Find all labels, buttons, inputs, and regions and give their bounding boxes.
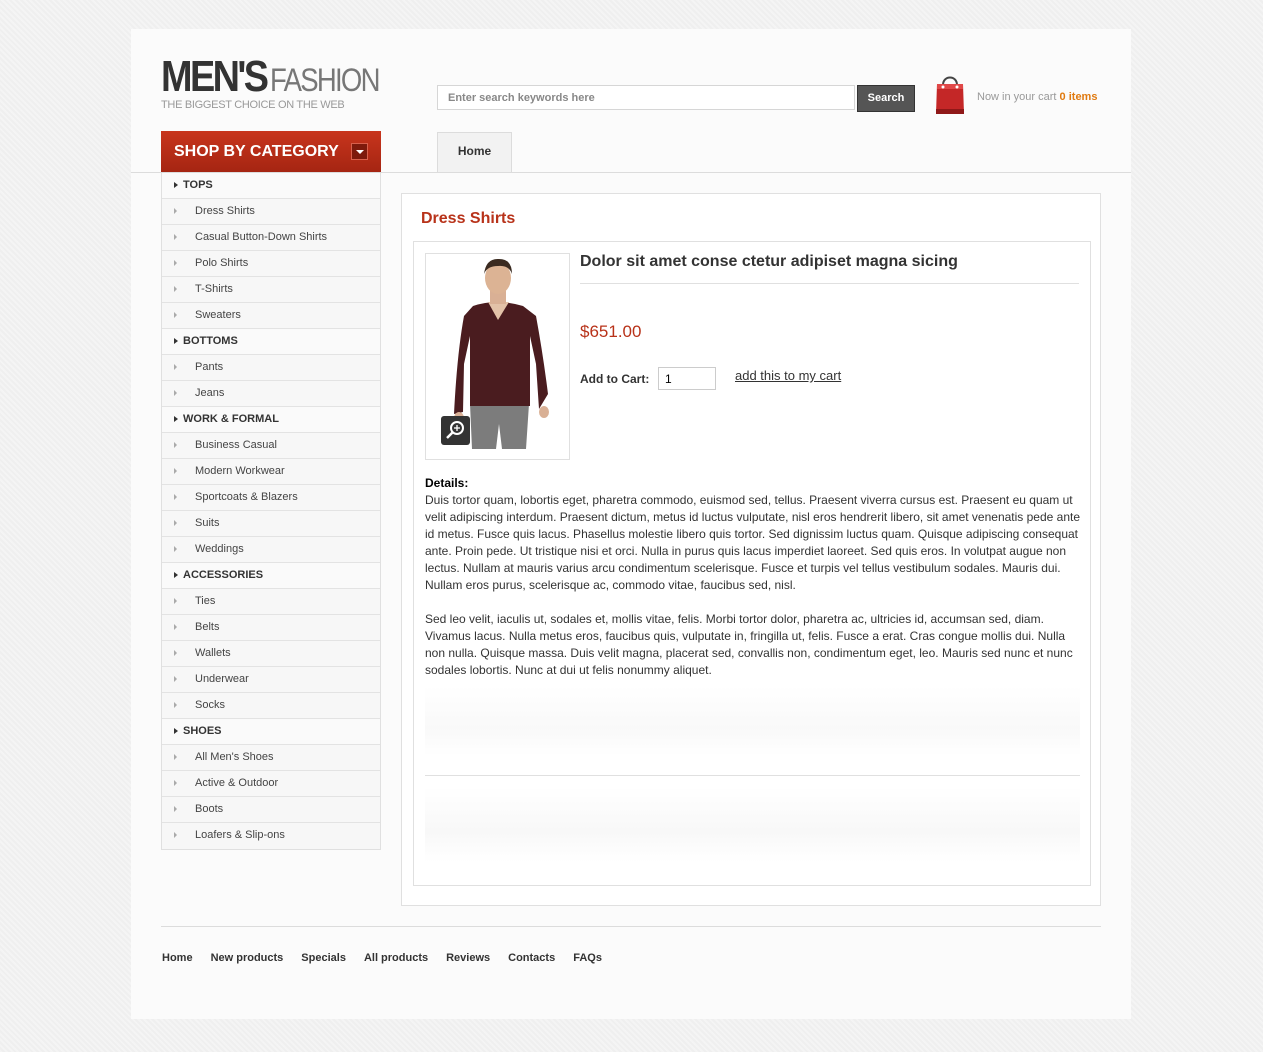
sidebar-item-ties[interactable]: Ties <box>162 589 380 615</box>
zoom-icon[interactable] <box>441 416 470 445</box>
footer-link-specials[interactable]: Specials <box>301 952 346 964</box>
sidebar-item-loafers-slip-ons[interactable]: Loafers & Slip-ons <box>162 823 380 849</box>
section-divider <box>425 775 1080 776</box>
footer-link-all-products[interactable]: All products <box>364 952 428 964</box>
cart-status[interactable]: Now in your cart 0 items <box>977 91 1097 103</box>
search-button[interactable]: Search <box>857 85 915 112</box>
details-label: Details: <box>425 476 469 490</box>
add-to-cart-link[interactable]: add this to my cart <box>735 368 841 383</box>
site-logo[interactable]: MEN'SFASHION THE BIGGEST CHOICE ON THE W… <box>161 55 396 112</box>
shopping-bag-icon[interactable] <box>934 73 966 120</box>
footer-link-reviews[interactable]: Reviews <box>446 952 490 964</box>
footer-divider <box>161 926 1101 927</box>
footer-nav: Home New products Specials All products Revi… <box>162 952 620 964</box>
logo-title: MEN'SFASHION <box>161 55 396 99</box>
sidebar-item-socks[interactable]: Socks <box>162 693 380 719</box>
sidebar-item-underwear[interactable]: Underwear <box>162 667 380 693</box>
sidebar-item-weddings[interactable]: Weddings <box>162 537 380 563</box>
product-price: $651.00 <box>580 322 642 341</box>
sidebar-category-shoes[interactable]: SHOES <box>162 719 380 745</box>
footer-link-home[interactable]: Home <box>162 952 193 964</box>
main-content: Dress Shirts Dolor sit amet conse ctetur… <box>401 193 1101 906</box>
cart-count[interactable]: 0 items <box>1060 91 1098 103</box>
product-details: Details: Duis tortor quam, lobortis eget… <box>425 475 1082 696</box>
add-to-cart-label: Add to Cart: <box>580 372 650 386</box>
sidebar-item-belts[interactable]: Belts <box>162 615 380 641</box>
search-box <box>437 85 855 110</box>
category-header-label: SHOP BY CATEGORY <box>174 143 339 160</box>
footer-link-contacts[interactable]: Contacts <box>508 952 555 964</box>
sidebar-item-jeans[interactable]: Jeans <box>162 381 380 407</box>
sidebar-item-casual-button-down-shirts[interactable]: Casual Button-Down Shirts <box>162 225 380 251</box>
page-title: Dress Shirts <box>421 210 516 227</box>
empty-area <box>425 787 1080 862</box>
sidebar-item-dress-shirts[interactable]: Dress Shirts <box>162 199 380 225</box>
tab-home[interactable]: Home <box>437 132 512 172</box>
product-detail: Dolor sit amet conse ctetur adipiset mag… <box>413 241 1091 886</box>
category-sidebar: TOPS Dress Shirts Casual Button-Down Shirt… <box>161 173 381 850</box>
product-image[interactable] <box>425 253 570 460</box>
sidebar-item-modern-workwear[interactable]: Modern Workwear <box>162 459 380 485</box>
footer-link-faqs[interactable]: FAQs <box>573 952 602 964</box>
sidebar-item-wallets[interactable]: Wallets <box>162 641 380 667</box>
sidebar-category-bottoms[interactable]: BOTTOMS <box>162 329 380 355</box>
sidebar-item-active-outdoor[interactable]: Active & Outdoor <box>162 771 380 797</box>
page-container: MEN'SFASHION THE BIGGEST CHOICE ON THE W… <box>131 29 1131 1019</box>
details-paragraph-1: Duis tortor quam, lobortis eget, pharetr… <box>425 493 1081 592</box>
search-input[interactable] <box>438 86 848 109</box>
sidebar-item-all-men-s-shoes[interactable]: All Men's Shoes <box>162 745 380 771</box>
dropdown-arrow-icon[interactable] <box>351 143 368 160</box>
product-divider <box>580 283 1079 284</box>
sidebar-item-business-casual[interactable]: Business Casual <box>162 433 380 459</box>
empty-area <box>425 686 1080 756</box>
cart-label: Now in your cart <box>977 91 1057 103</box>
product-name: Dolor sit amet conse ctetur adipiset mag… <box>580 253 958 270</box>
quantity-input[interactable] <box>658 367 716 390</box>
sidebar-category-tops[interactable]: TOPS <box>162 173 380 199</box>
sidebar-item-pants[interactable]: Pants <box>162 355 380 381</box>
sidebar-item-polo-shirts[interactable]: Polo Shirts <box>162 251 380 277</box>
sidebar-item-t-shirts[interactable]: T-Shirts <box>162 277 380 303</box>
sidebar-item-sportcoats-blazers[interactable]: Sportcoats & Blazers <box>162 485 380 511</box>
sidebar-item-suits[interactable]: Suits <box>162 511 380 537</box>
logo-fashion: FASHION <box>269 62 380 98</box>
shop-by-category-header[interactable]: SHOP BY CATEGORY <box>161 131 381 172</box>
sidebar-category-accessories[interactable]: ACCESSORIES <box>162 563 380 589</box>
sidebar-item-boots[interactable]: Boots <box>162 797 380 823</box>
details-paragraph-2: Sed leo velit, iaculis ut, sodales et, m… <box>425 612 1073 677</box>
sidebar-item-sweaters[interactable]: Sweaters <box>162 303 380 329</box>
sidebar-category-work-formal[interactable]: WORK & FORMAL <box>162 407 380 433</box>
footer-link-new-products[interactable]: New products <box>211 952 284 964</box>
logo-mens: MEN'S <box>161 52 269 101</box>
